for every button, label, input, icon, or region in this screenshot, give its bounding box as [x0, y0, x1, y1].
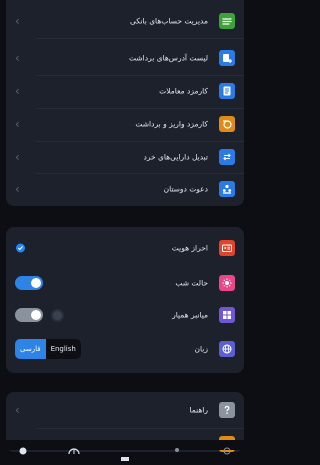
coins-icon: [219, 116, 235, 132]
menu-card: ‹ مدیریت حساب‌های بانکی ‹ لیست آدرس‌های …: [6, 0, 244, 206]
language-option-fa[interactable]: فارسی: [15, 339, 46, 359]
menu-item-bank-accounts[interactable]: ‹ مدیریت حساب‌های بانکی: [6, 5, 244, 37]
menu-item-deposit-withdraw-fees[interactable]: ‹ کارمزد واریز و برداشت: [6, 108, 244, 140]
menu-item-invite-friends[interactable]: ‹ دعوت دوستان: [6, 173, 244, 205]
divider: [36, 428, 244, 429]
chevron-left-icon: ‹: [15, 150, 20, 164]
menu-item-small-assets-convert[interactable]: ‹ تبدیل دارایی‌های خرد: [6, 141, 244, 173]
chevron-left-icon: ‹: [15, 84, 20, 98]
id-card-icon: [219, 240, 235, 256]
people-icon: [219, 181, 235, 197]
menu-item-withdraw-addresses[interactable]: ‹ لیست آدرس‌های برداشت: [6, 42, 244, 74]
people-icon[interactable]: [172, 441, 182, 460]
verification-row[interactable]: احراز هویت: [6, 232, 244, 264]
chevron-left-icon: ‹: [15, 182, 20, 196]
grid-icon: [219, 307, 235, 323]
chevron-left-icon: ‹: [15, 117, 20, 131]
question-icon: [219, 402, 235, 418]
divider: [36, 38, 244, 39]
address-list-icon: [219, 50, 235, 66]
night-mode-toggle[interactable]: [15, 276, 43, 290]
home-icon[interactable]: [121, 446, 129, 465]
toggle-knob: [31, 310, 41, 320]
help-row[interactable]: ‹ راهنما: [6, 394, 244, 426]
chevron-left-icon: ‹: [15, 14, 20, 28]
sun-icon: [219, 275, 235, 291]
settings-card: احراز هویت حالت شب میانبر همیار فارسی En…: [6, 227, 244, 373]
shortcuts-row: میانبر همیار: [6, 299, 244, 331]
bottom-nav: [0, 440, 250, 461]
shortcuts-toggle[interactable]: [15, 308, 43, 322]
night-mode-row: حالت شب: [6, 267, 244, 299]
language-switch: فارسی English: [15, 339, 81, 359]
language-row: فارسی English زبان: [6, 333, 244, 365]
toggle-knob: [31, 278, 41, 288]
verified-check-icon: [16, 243, 25, 253]
exchange-icon: [219, 149, 235, 165]
language-option-en[interactable]: English: [46, 339, 81, 359]
chevron-left-icon: ‹: [15, 51, 20, 65]
globe-icon: [219, 341, 235, 357]
document-icon: [219, 83, 235, 99]
shortcut-color-dot[interactable]: [51, 308, 64, 322]
bank-cards-icon: [219, 13, 235, 29]
menu-item-trade-fees[interactable]: ‹ کارمزد معاملات: [6, 75, 244, 107]
chevron-left-icon: ‹: [15, 403, 20, 417]
